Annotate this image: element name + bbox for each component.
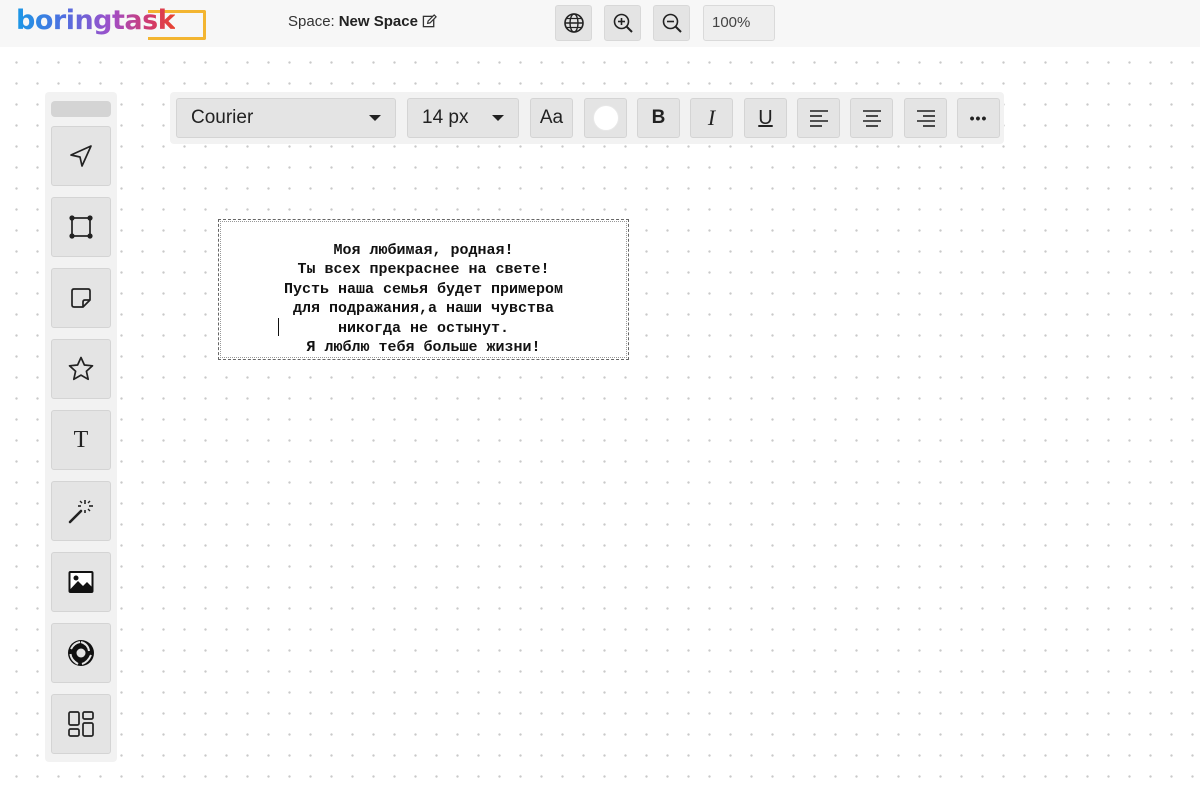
color-swatch bbox=[592, 105, 619, 131]
image-tool[interactable] bbox=[51, 552, 111, 612]
image-icon bbox=[67, 569, 95, 595]
align-right-icon bbox=[916, 109, 936, 127]
whiteboard-canvas[interactable] bbox=[0, 47, 1200, 788]
top-bar: boringtask Space: New Space 100% bbox=[0, 0, 1200, 47]
sticky-note-tool[interactable] bbox=[51, 268, 111, 328]
italic-label: I bbox=[707, 105, 716, 130]
aperture-icon bbox=[66, 638, 96, 668]
logo[interactable]: boringtask bbox=[16, 2, 206, 40]
square-nodes-icon bbox=[67, 213, 95, 241]
logo-text: boringtask bbox=[16, 2, 176, 40]
space-name[interactable]: New Space bbox=[339, 13, 418, 30]
shape-tool[interactable] bbox=[51, 197, 111, 257]
space-title: Space: New Space bbox=[288, 13, 437, 30]
magic-tool[interactable] bbox=[51, 481, 111, 541]
edit-icon[interactable] bbox=[422, 14, 437, 29]
grid-layout-icon bbox=[67, 710, 95, 738]
font-family-value: Courier bbox=[191, 107, 254, 128]
align-left-button[interactable] bbox=[797, 98, 840, 138]
text-box[interactable]: Моя любимая, родная! Ты всех прекраснее … bbox=[218, 219, 629, 360]
language-button[interactable] bbox=[555, 5, 592, 41]
bold-button[interactable]: B bbox=[637, 98, 680, 138]
more-options-icon: ••• bbox=[969, 110, 988, 126]
zoom-out-button[interactable] bbox=[653, 5, 690, 41]
zoom-level[interactable]: 100% bbox=[703, 5, 775, 41]
text-format-toolbar: Courier 14 px Aa B I U ••• bbox=[170, 92, 1004, 144]
templates-tool[interactable] bbox=[51, 694, 111, 754]
zoom-in-button[interactable] bbox=[604, 5, 641, 41]
bold-label: B bbox=[651, 107, 666, 128]
star-icon bbox=[67, 355, 95, 383]
text-icon: T bbox=[73, 426, 89, 453]
font-size-select[interactable]: 14 px bbox=[407, 98, 519, 138]
align-right-button[interactable] bbox=[904, 98, 947, 138]
aperture-tool[interactable] bbox=[51, 623, 111, 683]
text-tool[interactable]: T bbox=[51, 410, 111, 470]
zoom-out-icon bbox=[661, 12, 683, 34]
sticky-note-icon bbox=[69, 286, 93, 310]
font-family-select[interactable]: Courier bbox=[176, 98, 396, 138]
space-label: Space: bbox=[288, 13, 335, 30]
chevron-down-icon bbox=[369, 115, 381, 121]
cursor-arrow-icon bbox=[68, 143, 94, 169]
star-tool[interactable] bbox=[51, 339, 111, 399]
italic-button[interactable]: I bbox=[690, 98, 733, 138]
select-tool[interactable] bbox=[51, 126, 111, 186]
align-center-icon bbox=[862, 109, 882, 127]
underline-label: U bbox=[758, 106, 773, 129]
align-center-button[interactable] bbox=[850, 98, 893, 138]
magic-wand-icon bbox=[67, 497, 95, 525]
text-cursor bbox=[278, 318, 279, 336]
more-options-button[interactable]: ••• bbox=[957, 98, 1000, 138]
text-case-button[interactable]: Aa bbox=[530, 98, 573, 138]
sidebar-drag-handle[interactable] bbox=[51, 101, 111, 117]
align-left-icon bbox=[809, 109, 829, 127]
text-color-button[interactable] bbox=[584, 98, 627, 138]
font-size-value: 14 px bbox=[422, 107, 469, 128]
chevron-down-icon bbox=[492, 115, 504, 121]
text-box-content[interactable]: Моя любимая, родная! Ты всех прекраснее … bbox=[284, 242, 563, 357]
tool-sidebar: T bbox=[45, 92, 117, 762]
globe-icon bbox=[563, 12, 585, 34]
text-case-label: Aa bbox=[539, 107, 564, 128]
underline-button[interactable]: U bbox=[744, 98, 787, 138]
zoom-in-icon bbox=[612, 12, 634, 34]
